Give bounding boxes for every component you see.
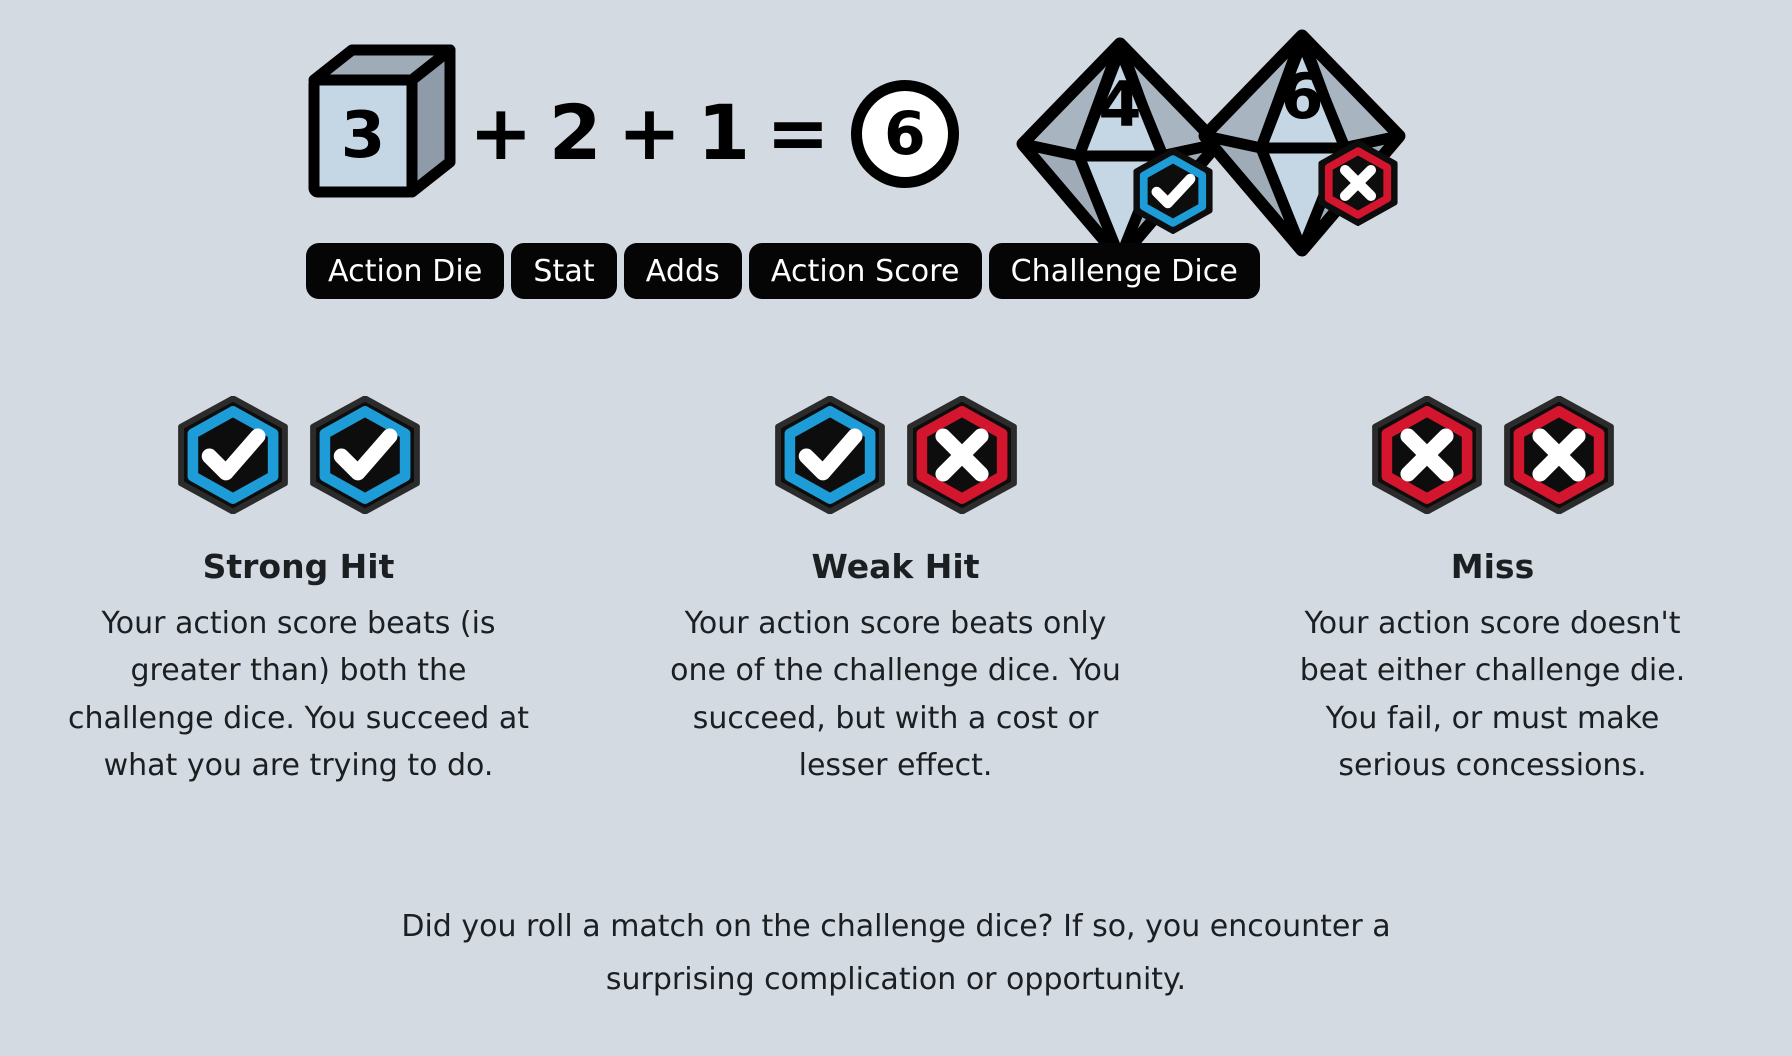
- challenge-die-2-cross-hex-icon: [1315, 140, 1401, 227]
- outcome-miss: Miss Your action score doesn't beat eith…: [1194, 392, 1791, 790]
- miss-cross-hex-icon-1: [1368, 395, 1486, 515]
- outcomes-row: Strong Hit Your action score beats (is g…: [0, 392, 1792, 790]
- equation-equals: =: [766, 88, 830, 177]
- action-score-icon: 6: [850, 80, 959, 188]
- equation-plus-2: +: [617, 88, 682, 177]
- equation-row: 3 + 2 + 1 = 6: [300, 30, 959, 230]
- equation-plus-1: +: [469, 88, 533, 177]
- action-die-value: 3: [340, 99, 386, 173]
- miss-title: Miss: [1450, 547, 1535, 586]
- miss-badges: [1368, 392, 1618, 518]
- strong-hit-title: Strong Hit: [202, 547, 395, 586]
- outcome-strong-hit: Strong Hit Your action score beats (is g…: [0, 392, 597, 790]
- adds-value: 1: [697, 88, 751, 177]
- pill-action-die: Action Die: [306, 243, 505, 299]
- action-roll-equation-section: 3 + 2 + 1 = 6 4 6 Action Die Stat Adds A…: [0, 0, 1792, 340]
- equation-label-pills: Action Die Stat Adds Action Score Challe…: [306, 243, 1260, 299]
- strong-hit-badges: [174, 392, 424, 518]
- weak-hit-description: Your action score beats only one of the …: [670, 606, 1121, 784]
- match-note-line-2: surprising complication or opportunity.: [605, 962, 1187, 998]
- weak-hit-check-hex-icon: [771, 395, 889, 515]
- strong-hit-check-hex-icon-2: [306, 395, 424, 515]
- stat-value: 2: [548, 88, 602, 177]
- pill-challenge-dice: Challenge Dice: [988, 243, 1260, 299]
- match-note: Did you roll a match on the challenge di…: [0, 900, 1792, 1007]
- pill-adds: Adds: [623, 243, 742, 299]
- strong-hit-description: Your action score beats (is greater than…: [68, 606, 529, 784]
- weak-hit-cross-hex-icon: [903, 395, 1021, 515]
- action-score-value: 6: [883, 99, 926, 169]
- challenge-die-1-check-hex-icon: [1130, 148, 1216, 235]
- strong-hit-check-hex-icon-1: [174, 395, 292, 515]
- outcome-weak-hit: Weak Hit Your action score beats only on…: [597, 392, 1194, 790]
- challenge-dice-group: 4 6: [1005, 18, 1425, 268]
- miss-description: Your action score doesn't beat either ch…: [1299, 606, 1686, 784]
- miss-cross-hex-icon-2: [1500, 395, 1618, 515]
- weak-hit-title: Weak Hit: [811, 547, 980, 586]
- pill-action-score: Action Score: [748, 243, 982, 299]
- action-die-icon: 3: [300, 40, 460, 220]
- pill-stat: Stat: [511, 243, 617, 299]
- weak-hit-badges: [771, 392, 1021, 518]
- match-note-line-1: Did you roll a match on the challenge di…: [401, 909, 1391, 944]
